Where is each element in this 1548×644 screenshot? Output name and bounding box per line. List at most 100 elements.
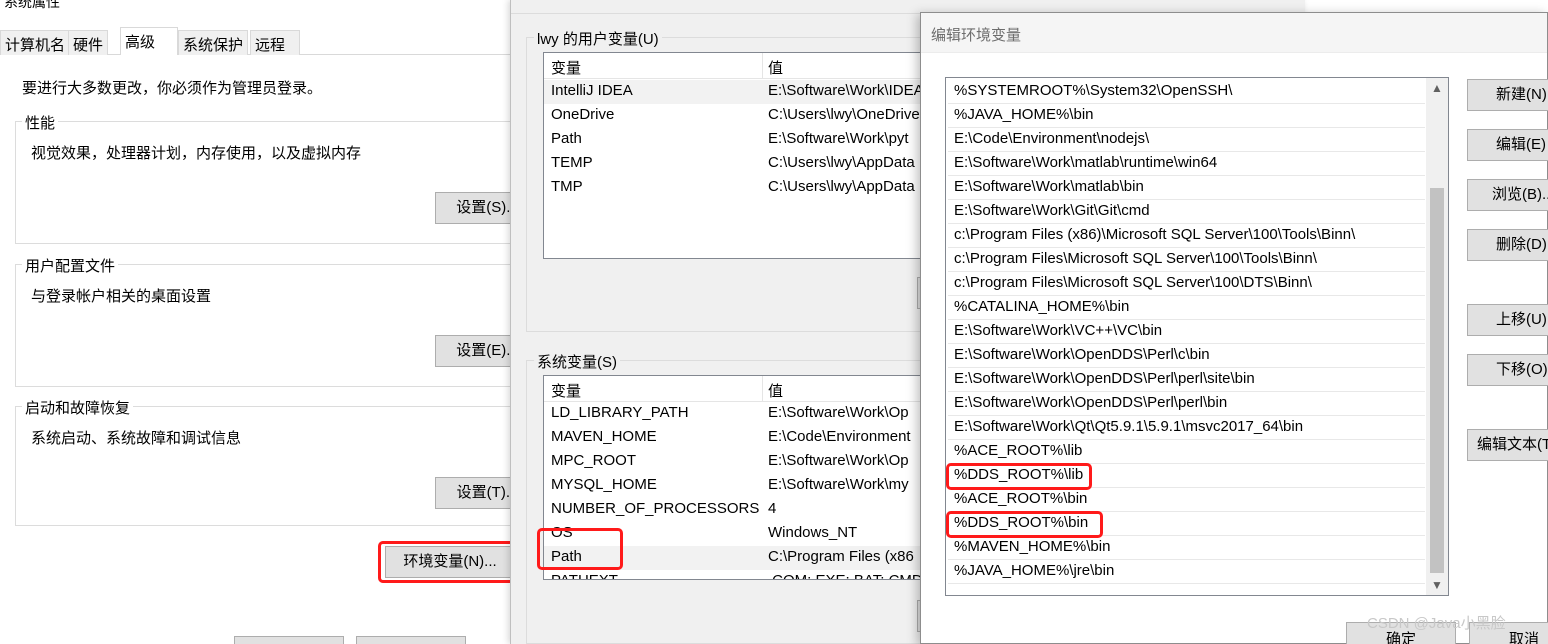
list-item[interactable]: c:\Program Files (x86)\Microsoft SQL Ser… — [948, 224, 1425, 248]
advanced-panel: 要进行大多数更改，你必须作为管理员登录。 性能 视觉效果，处理器计划，内存使用，… — [0, 55, 540, 644]
column-variable[interactable]: 变量 — [551, 380, 581, 401]
variable-name: IntelliJ IDEA — [551, 82, 633, 99]
path-entry: E:\Code\Environment\nodejs\ — [954, 130, 1150, 147]
startup-recovery-label: 启动和故障恢复 — [22, 397, 134, 418]
cancel-button-partial[interactable] — [356, 636, 466, 644]
path-entry: %ACE_ROOT%\lib — [954, 442, 1083, 459]
title-bar[interactable]: 编辑环境变量 — [921, 13, 1547, 53]
startup-recovery-description: 系统启动、系统故障和调试信息 — [31, 430, 242, 447]
path-list[interactable]: %SYSTEMROOT%\System32\OpenSSH\ %JAVA_HOM… — [945, 77, 1449, 596]
path-entry: c:\Program Files\Microsoft SQL Server\10… — [954, 274, 1312, 291]
column-separator — [762, 376, 763, 402]
list-item[interactable]: c:\Program Files\Microsoft SQL Server\10… — [948, 248, 1425, 272]
tab-system-protection[interactable]: 系统保护 — [178, 30, 249, 55]
edit-text-button[interactable]: 编辑文本(T)... — [1467, 429, 1548, 461]
path-entry: %SYSTEMROOT%\System32\OpenSSH\ — [954, 82, 1233, 99]
variable-name: PATHEXT — [551, 572, 618, 579]
variable-value: C:\Program Files (x86 — [768, 548, 914, 565]
path-entry: c:\Program Files (x86)\Microsoft SQL Ser… — [954, 226, 1356, 243]
system-properties-window: 系统属性 计算机名 硬件 高级 系统保护 远程 要进行大多数更改，你必须作为管理… — [0, 0, 560, 644]
variable-name: MPC_ROOT — [551, 452, 637, 469]
tab-remote[interactable]: 远程 — [250, 30, 300, 55]
variable-value: E:\Software\Work\pyt — [768, 130, 909, 147]
variable-name: OneDrive — [551, 106, 615, 123]
ok-button-partial[interactable] — [234, 636, 344, 644]
tab-strip: 计算机名 硬件 高级 系统保护 远程 — [0, 27, 540, 56]
tab-hardware[interactable]: 硬件 — [68, 30, 109, 55]
variable-name: LD_LIBRARY_PATH — [551, 404, 689, 421]
scroll-up-icon[interactable]: ▲ — [1426, 78, 1448, 98]
list-item[interactable]: E:\Software\Work\VC++\VC\bin — [948, 320, 1425, 344]
list-item[interactable]: %JAVA_HOME%\jre\bin — [948, 560, 1425, 584]
browse-button[interactable]: 浏览(B)... — [1467, 179, 1548, 211]
variable-name: MYSQL_HOME — [551, 476, 657, 493]
highlight-path-variable — [537, 528, 623, 570]
variable-value: .COM;.EXE;.BAT;.CMD — [768, 572, 923, 579]
path-entry: E:\Software\Work\VC++\VC\bin — [954, 322, 1163, 339]
variable-value: Windows_NT — [768, 524, 858, 541]
list-item[interactable]: %ACE_ROOT%\bin — [948, 488, 1425, 512]
user-profiles-description: 与登录帐户相关的桌面设置 — [31, 288, 212, 305]
path-entry: %ACE_ROOT%\bin — [954, 490, 1088, 507]
list-item[interactable]: %ACE_ROOT%\lib — [948, 440, 1425, 464]
path-entry: E:\Software\Work\matlab\runtime\win64 — [954, 154, 1218, 171]
list-item[interactable]: E:\Software\Work\OpenDDS\Perl\perl\site\… — [948, 368, 1425, 392]
variable-value: C:\Users\lwy\OneDrive — [768, 106, 920, 123]
list-item[interactable]: %MAVEN_HOME%\bin — [948, 536, 1425, 560]
variable-value: C:\Users\lwy\AppData — [768, 154, 915, 171]
scroll-down-icon[interactable]: ▼ — [1426, 575, 1448, 595]
list-item[interactable]: E:\Software\Work\matlab\runtime\win64 — [948, 152, 1425, 176]
window-title: 系统属性 — [0, 0, 560, 16]
path-entry: E:\Software\Work\OpenDDS\Perl\perl\site\… — [954, 370, 1255, 387]
variable-value: E:\Software\Work\IDEA — [768, 82, 924, 99]
variable-value: E:\Software\Work\Op — [768, 452, 909, 469]
watermark: CSDN @Java小黑脸 — [1367, 615, 1506, 632]
move-up-button[interactable]: 上移(U) — [1467, 304, 1548, 336]
variable-name: TEMP — [551, 154, 593, 171]
path-entry: %CATALINA_HOME%\bin — [954, 298, 1130, 315]
move-down-button[interactable]: 下移(O) — [1467, 354, 1548, 386]
highlight-dds-lib — [946, 463, 1092, 490]
list-item[interactable]: %JAVA_HOME%\bin — [948, 104, 1425, 128]
system-variables-label: 系统变量(S) — [534, 351, 620, 372]
variable-value: 4 — [768, 500, 777, 517]
edit-button[interactable]: 编辑(E) — [1467, 129, 1548, 161]
user-variables-label: lwy 的用户变量(U) — [534, 28, 662, 49]
path-entry: E:\Software\Work\OpenDDS\Perl\perl\bin — [954, 394, 1228, 411]
list-item[interactable]: %SYSTEMROOT%\System32\OpenSSH\ — [948, 80, 1425, 104]
variable-name: TMP — [551, 178, 583, 195]
admin-note: 要进行大多数更改，你必须作为管理员登录。 — [22, 80, 323, 97]
highlight-env-button — [378, 541, 518, 583]
list-item[interactable]: E:\Code\Environment\nodejs\ — [948, 128, 1425, 152]
variable-name: Path — [551, 130, 582, 147]
list-item[interactable]: E:\Software\Work\Git\Git\cmd — [948, 200, 1425, 224]
column-separator — [762, 53, 763, 79]
path-entry: %JAVA_HOME%\bin — [954, 106, 1094, 123]
scroll-thumb[interactable] — [1430, 188, 1444, 573]
variable-value: C:\Users\lwy\AppData — [768, 178, 915, 195]
list-item[interactable]: E:\Software\Work\Qt\Qt5.9.1\5.9.1\msvc20… — [948, 416, 1425, 440]
column-variable[interactable]: 变量 — [551, 57, 581, 78]
column-value[interactable]: 值 — [768, 57, 783, 78]
column-value[interactable]: 值 — [768, 380, 783, 401]
user-profiles-group: 用户配置文件 与登录帐户相关的桌面设置 设置(E)... — [15, 255, 540, 387]
new-button[interactable]: 新建(N) — [1467, 79, 1548, 111]
list-item[interactable]: E:\Software\Work\matlab\bin — [948, 176, 1425, 200]
list-item[interactable]: E:\Software\Work\OpenDDS\Perl\c\bin — [948, 344, 1425, 368]
variable-name: MAVEN_HOME — [551, 428, 657, 445]
delete-button[interactable]: 删除(D) — [1467, 229, 1548, 261]
startup-recovery-group: 启动和故障恢复 系统启动、系统故障和调试信息 设置(T)... — [15, 397, 540, 526]
list-item[interactable]: E:\Software\Work\OpenDDS\Perl\perl\bin — [948, 392, 1425, 416]
list-item[interactable]: %CATALINA_HOME%\bin — [948, 296, 1425, 320]
list-item[interactable]: c:\Program Files\Microsoft SQL Server\10… — [948, 272, 1425, 296]
path-entry: E:\Software\Work\OpenDDS\Perl\c\bin — [954, 346, 1210, 363]
variable-value: E:\Software\Work\my — [768, 476, 909, 493]
path-entry: %JAVA_HOME%\jre\bin — [954, 562, 1115, 579]
vertical-scrollbar[interactable]: ▲ ▼ — [1426, 78, 1448, 595]
path-entry: E:\Software\Work\matlab\bin — [954, 178, 1144, 195]
path-entry: c:\Program Files\Microsoft SQL Server\10… — [954, 250, 1317, 267]
edit-environment-variable-window: 编辑环境变量 %SYSTEMROOT%\System32\OpenSSH\ %J… — [920, 12, 1548, 644]
performance-label: 性能 — [22, 112, 59, 133]
tab-computer-name[interactable]: 计算机名 — [0, 30, 71, 55]
tab-advanced[interactable]: 高级 — [120, 27, 178, 56]
